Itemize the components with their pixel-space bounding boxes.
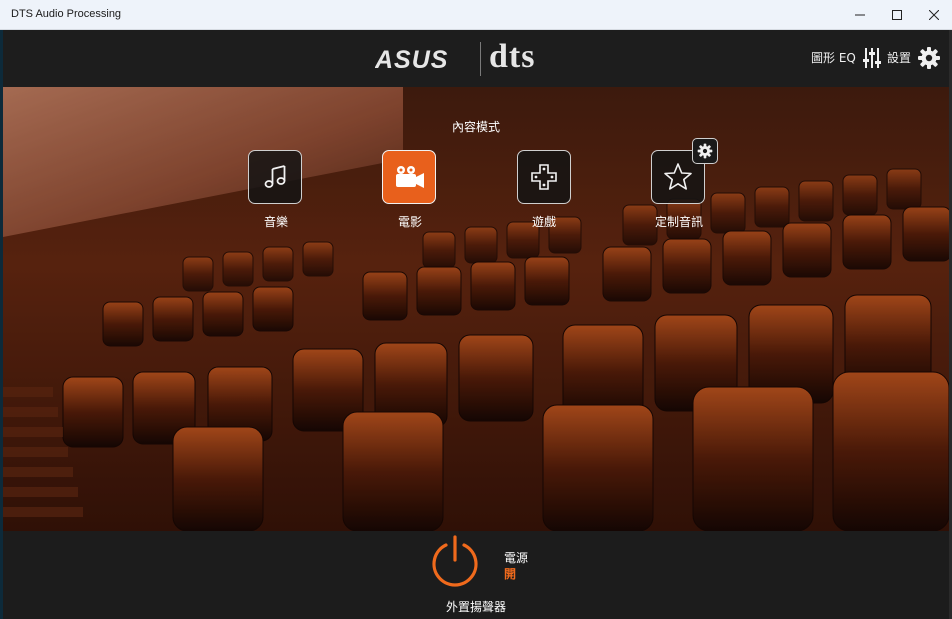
app-header: ASUS dts 圖形 EQ 設置 xyxy=(3,30,949,87)
music-note-icon xyxy=(264,165,286,188)
mode-game-button[interactable] xyxy=(517,150,571,204)
window-title: DTS Audio Processing xyxy=(11,8,122,20)
close-icon xyxy=(929,10,939,20)
asus-logo: ASUS xyxy=(375,46,448,74)
dts-logo: dts xyxy=(489,38,536,75)
graphic-eq-label[interactable]: 圖形 EQ xyxy=(811,49,856,66)
content-mode-title: 內容模式 xyxy=(451,120,500,134)
mode-movie-label: 電影 xyxy=(397,215,422,229)
mode-music-label: 音樂 xyxy=(263,215,288,229)
window-titlebar: DTS Audio Processing xyxy=(0,0,952,30)
svg-text:ASUS: ASUS xyxy=(375,46,448,74)
minimize-button[interactable] xyxy=(840,0,880,30)
gamepad-icon xyxy=(531,164,557,190)
close-button[interactable] xyxy=(914,0,952,30)
mode-movie-button[interactable] xyxy=(382,150,436,204)
sliders-icon[interactable] xyxy=(862,47,882,69)
power-button[interactable] xyxy=(427,534,483,590)
power-state: 開 xyxy=(504,567,517,581)
mode-music-button[interactable] xyxy=(248,150,302,204)
star-icon xyxy=(664,163,692,190)
movie-camera-icon xyxy=(396,166,424,188)
power-label: 電源 xyxy=(504,551,529,565)
gear-icon xyxy=(697,143,713,159)
logo-separator xyxy=(480,42,481,76)
maximize-button[interactable] xyxy=(877,0,917,30)
mode-game-label: 遊戲 xyxy=(531,215,556,229)
cinema-background-image xyxy=(3,87,949,531)
maximize-icon xyxy=(892,10,902,20)
minimize-icon xyxy=(855,14,865,16)
settings-label[interactable]: 設置 xyxy=(887,49,911,66)
custom-settings-button[interactable] xyxy=(692,138,718,164)
output-device-label: 外置揚聲器 xyxy=(445,600,506,614)
mode-custom-label: 定制音訊 xyxy=(654,215,703,229)
gear-icon[interactable] xyxy=(917,46,941,70)
scene-overlay xyxy=(3,87,949,531)
